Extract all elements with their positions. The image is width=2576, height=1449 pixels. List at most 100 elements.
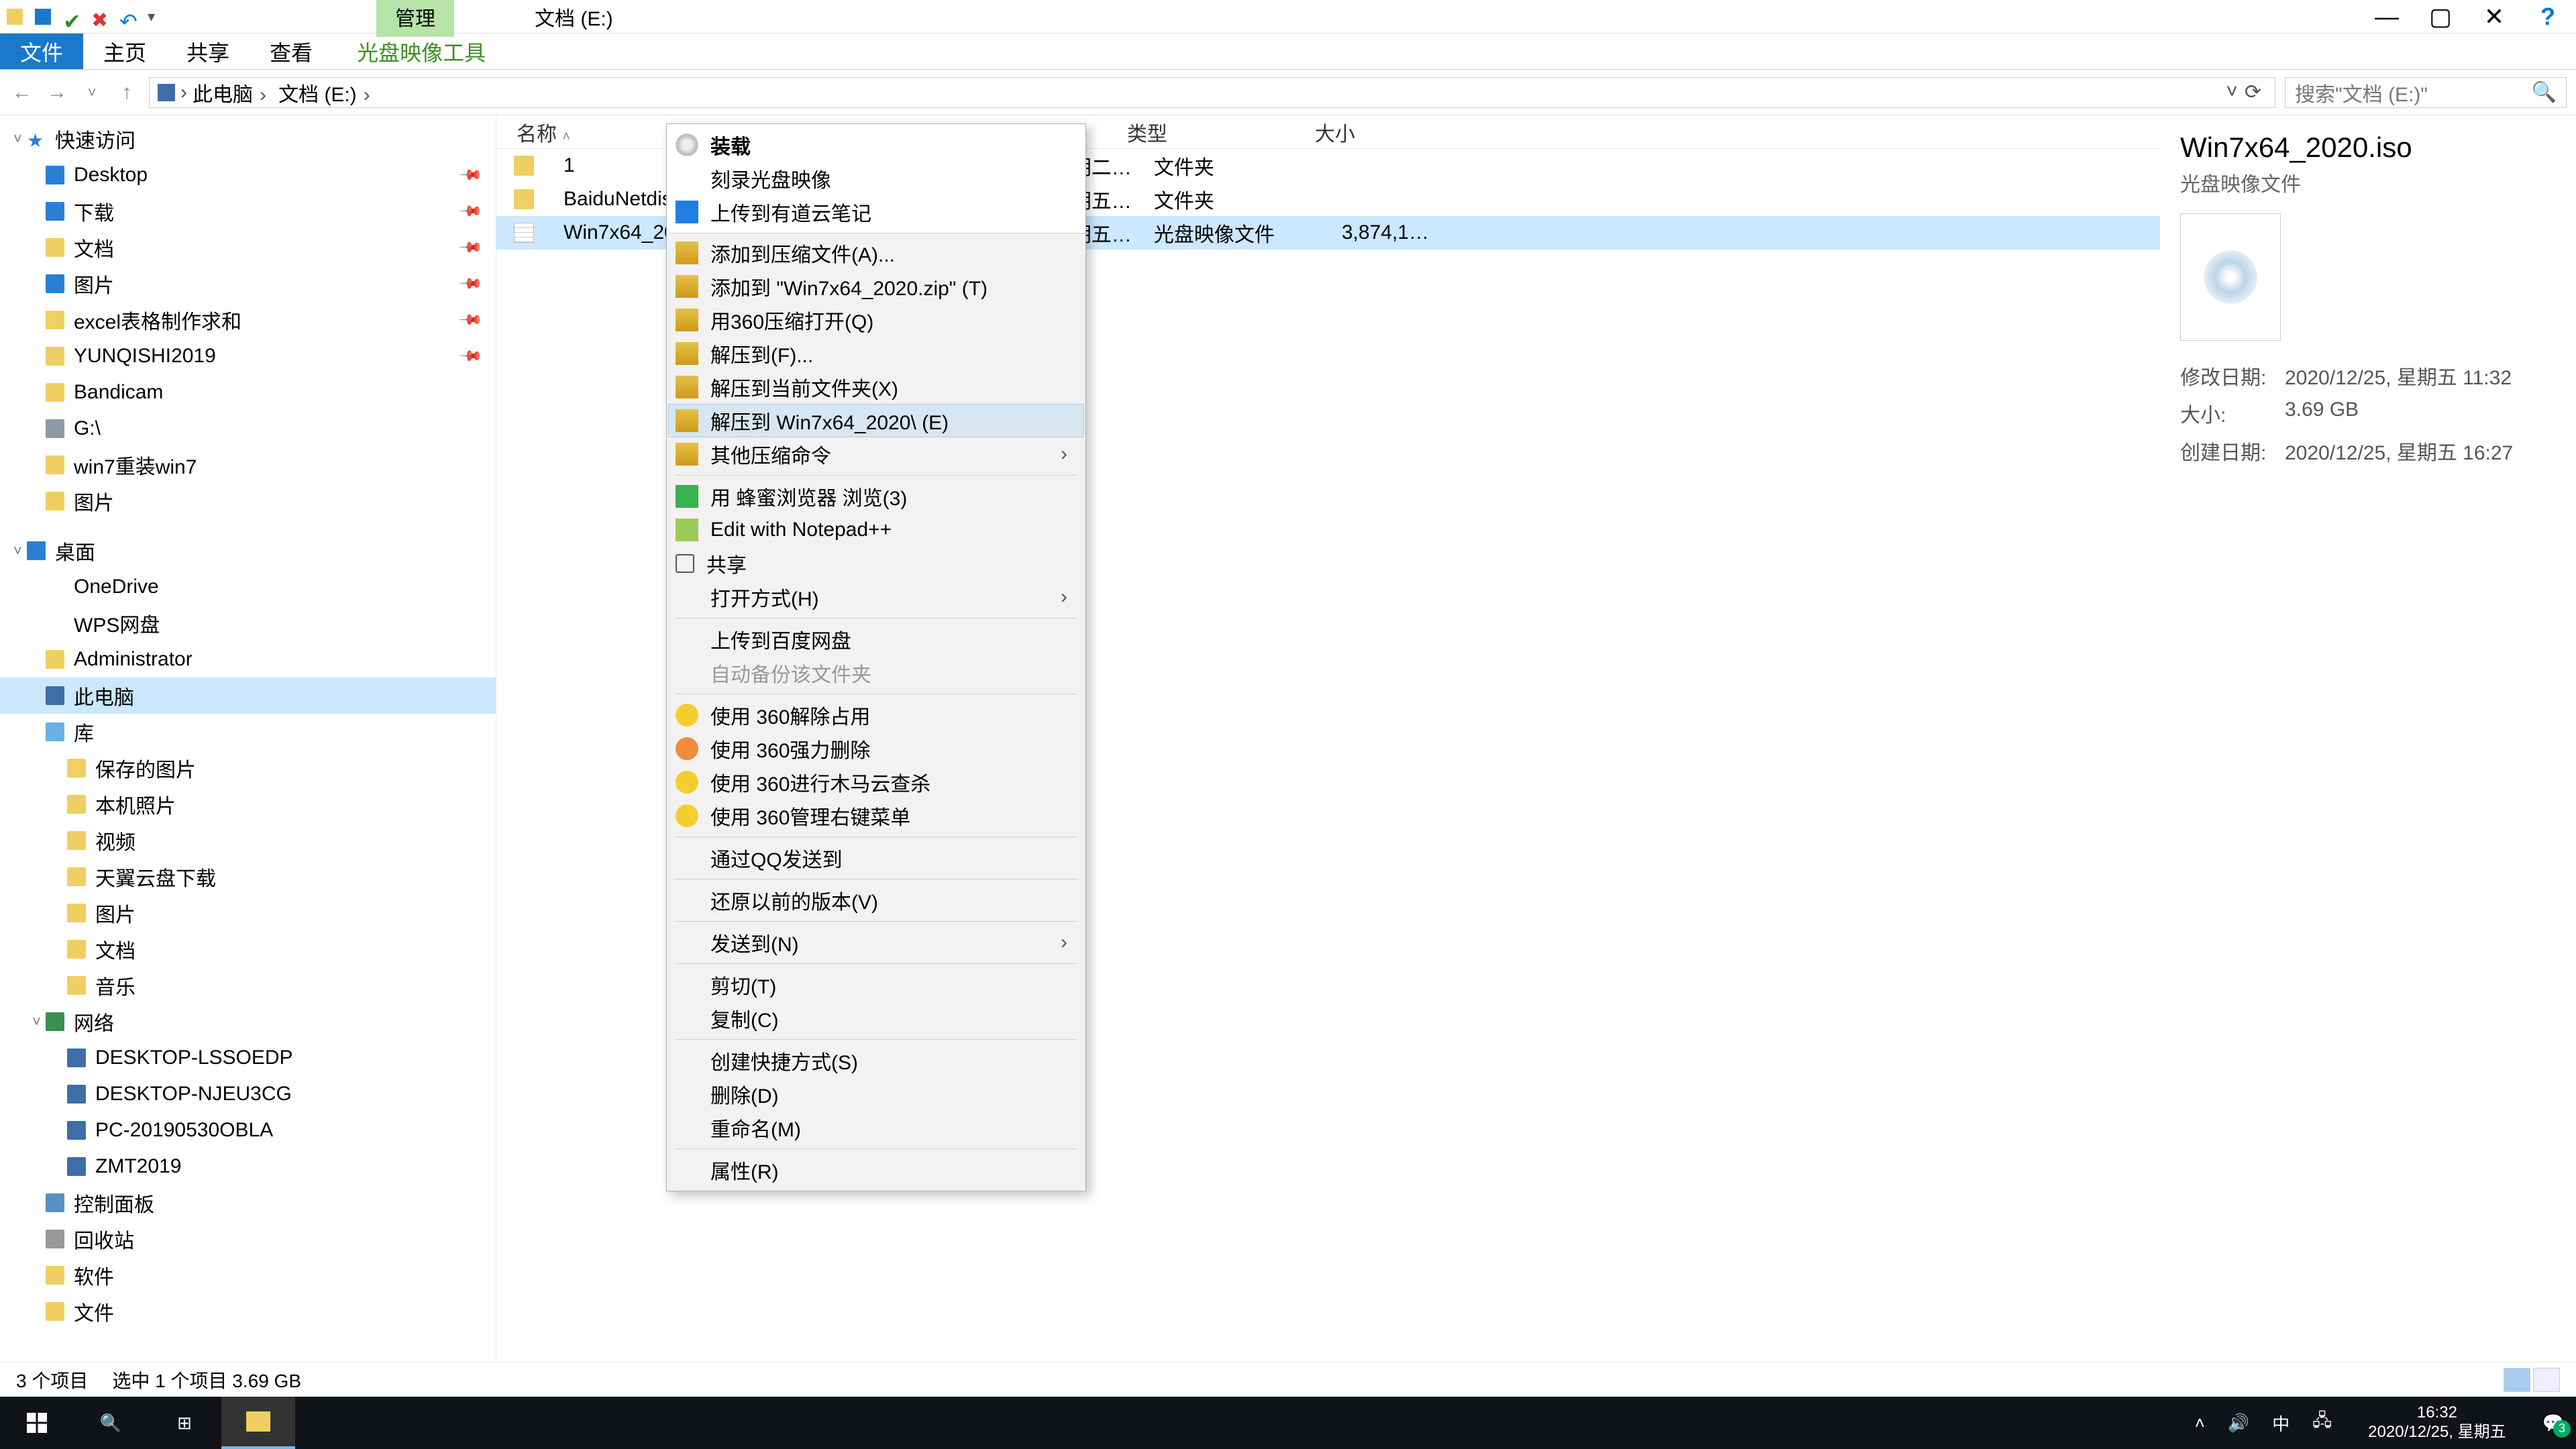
nav-history-dropdown[interactable]: ˅ bbox=[79, 84, 105, 101]
volume-icon[interactable]: 🔊 bbox=[2228, 1413, 2249, 1434]
tree-quick-item-7[interactable]: G:\ bbox=[0, 411, 496, 447]
navigation-tree[interactable]: ˅★快速访问 Desktop 📌 下载 📌 文档 📌 图片 📌 excel表格制… bbox=[0, 115, 496, 1362]
maximize-button[interactable]: ▢ bbox=[2426, 2, 2455, 32]
ctx-grp1-1[interactable]: 添加到 "Win7x64_2020.zip" (T) bbox=[668, 270, 1084, 303]
network-icon[interactable]: 🖧 bbox=[2312, 1408, 2332, 1438]
close-button[interactable]: ✕ bbox=[2479, 2, 2509, 32]
ctx-grp2-2[interactable]: 共享 bbox=[668, 547, 1084, 580]
ctx-top-0[interactable]: 装载 bbox=[668, 128, 1084, 162]
tree-lib-item-1[interactable]: 本机照片 bbox=[0, 786, 496, 822]
tree-desktop-item-4[interactable]: 库 bbox=[0, 714, 496, 750]
tree-quick-item-3[interactable]: 图片 📌 bbox=[0, 266, 496, 302]
tree-net-item-0[interactable]: DESKTOP-LSSOEDP bbox=[0, 1040, 496, 1076]
ctx-grp4-1[interactable]: 使用 360强力删除 bbox=[668, 732, 1084, 765]
ctx-grp1-5[interactable]: 解压到 Win7x64_2020\ (E) bbox=[668, 404, 1084, 437]
nav-up-button[interactable]: ↑ bbox=[114, 81, 140, 104]
ctx-grp1-3[interactable]: 解压到(F)... bbox=[668, 337, 1084, 370]
search-icon[interactable]: 🔍 bbox=[2532, 80, 2557, 104]
address-box[interactable]: › 此电脑 文档 (E:) ˅ ⟳ bbox=[149, 77, 2275, 108]
taskbar-taskview-button[interactable]: ⊞ bbox=[148, 1397, 221, 1449]
address-dropdown-icon[interactable]: ˅ bbox=[2226, 80, 2238, 104]
ctx-top-1[interactable]: 刻录光盘映像 bbox=[668, 162, 1084, 195]
tree-desktop-item-2[interactable]: Administrator bbox=[0, 641, 496, 678]
qat-save-icon[interactable] bbox=[35, 9, 51, 25]
tree-network[interactable]: ˅网络 bbox=[0, 1004, 496, 1040]
qat-undo-icon[interactable]: ↶ bbox=[119, 9, 136, 25]
qat-check-icon[interactable]: ✔ bbox=[63, 9, 79, 25]
taskbar-explorer-button[interactable] bbox=[221, 1397, 295, 1449]
tree-lib-item-6[interactable]: 音乐 bbox=[0, 967, 496, 1004]
tree-extra-item-1[interactable]: 回收站 bbox=[0, 1221, 496, 1257]
ctx-grp3-0[interactable]: 上传到百度网盘 bbox=[668, 623, 1084, 656]
tree-desktop-item-3[interactable]: 此电脑 bbox=[0, 678, 496, 714]
action-center-button[interactable]: 💬 3 bbox=[2542, 1413, 2564, 1434]
tree-lib-item-3[interactable]: 天翼云盘下载 bbox=[0, 859, 496, 895]
breadcrumb-drive[interactable]: 文档 (E:) bbox=[278, 78, 377, 107]
help-button[interactable]: ? bbox=[2533, 2, 2563, 32]
ribbon-tab-disctools[interactable]: 光盘映像工具 bbox=[337, 34, 506, 69]
column-type[interactable]: 类型 bbox=[1107, 117, 1295, 147]
qat-delete-icon[interactable]: ✖ bbox=[91, 9, 107, 25]
tree-quick-item-8[interactable]: win7重装win7 bbox=[0, 447, 496, 483]
ctx-grp1-4[interactable]: 解压到当前文件夹(X) bbox=[668, 370, 1084, 404]
start-button[interactable] bbox=[0, 1397, 74, 1449]
ctx-grp9-2[interactable]: 重命名(M) bbox=[668, 1111, 1084, 1144]
ctx-grp6-0[interactable]: 还原以前的版本(V) bbox=[668, 883, 1084, 917]
ctx-grp2-1[interactable]: Edit with Notepad++ bbox=[668, 513, 1084, 547]
ribbon-tab-share[interactable]: 共享 bbox=[166, 34, 250, 69]
ribbon-tab-home[interactable]: 主页 bbox=[83, 34, 166, 69]
nav-back-button[interactable]: ← bbox=[9, 81, 35, 104]
ctx-grp7-0[interactable]: 发送到(N) › bbox=[668, 926, 1084, 959]
ctx-grp4-0[interactable]: 使用 360解除占用 bbox=[668, 698, 1084, 732]
tree-extra-item-2[interactable]: 软件 bbox=[0, 1257, 496, 1293]
ctx-grp9-0[interactable]: 创建快捷方式(S) bbox=[668, 1044, 1084, 1077]
tree-quick-item-9[interactable]: 图片 bbox=[0, 483, 496, 519]
ime-indicator[interactable]: 中 bbox=[2272, 1411, 2290, 1436]
refresh-icon[interactable]: ⟳ bbox=[2245, 80, 2261, 104]
chevron-right-icon[interactable]: › bbox=[180, 81, 187, 104]
tree-extra-item-3[interactable]: 文件 bbox=[0, 1293, 496, 1330]
tree-quick-item-2[interactable]: 文档 📌 bbox=[0, 229, 496, 266]
tree-quick-item-0[interactable]: Desktop 📌 bbox=[0, 157, 496, 193]
ctx-grp2-3[interactable]: 打开方式(H) › bbox=[668, 580, 1084, 614]
tree-extra-item-0[interactable]: 控制面板 bbox=[0, 1185, 496, 1221]
view-details-button[interactable] bbox=[2504, 1368, 2530, 1392]
ctx-grp1-2[interactable]: 用360压缩打开(Q) bbox=[668, 303, 1084, 337]
nav-forward-button[interactable]: → bbox=[44, 81, 70, 104]
ctx-grp5-0[interactable]: 通过QQ发送到 bbox=[668, 841, 1084, 875]
ctx-grp1-0[interactable]: 添加到压缩文件(A)... bbox=[668, 236, 1084, 270]
tree-quick-access[interactable]: ˅★快速访问 bbox=[0, 121, 496, 157]
column-size[interactable]: 大小 bbox=[1295, 117, 1429, 147]
tree-lib-item-4[interactable]: 图片 bbox=[0, 895, 496, 931]
ctx-grp8-1[interactable]: 复制(C) bbox=[668, 1002, 1084, 1035]
ctx-grp4-2[interactable]: 使用 360进行木马云查杀 bbox=[668, 765, 1084, 799]
ctx-grp10-0[interactable]: 属性(R) bbox=[668, 1153, 1084, 1187]
minimize-button[interactable]: — bbox=[2372, 2, 2402, 32]
ribbon-tab-file[interactable]: 文件 bbox=[0, 34, 83, 69]
ctx-grp1-6[interactable]: 其他压缩命令 › bbox=[668, 437, 1084, 471]
ctx-top-2[interactable]: 上传到有道云笔记 bbox=[668, 195, 1084, 229]
ctx-grp9-1[interactable]: 删除(D) bbox=[668, 1077, 1084, 1111]
tree-quick-item-1[interactable]: 下载 📌 bbox=[0, 193, 496, 229]
breadcrumb-thispc[interactable]: 此电脑 bbox=[193, 78, 273, 107]
tree-quick-item-4[interactable]: excel表格制作求和 📌 bbox=[0, 302, 496, 338]
contextual-tab-label[interactable]: 管理 bbox=[376, 0, 454, 37]
tree-net-item-2[interactable]: PC-20190530OBLA bbox=[0, 1112, 496, 1148]
tree-quick-item-6[interactable]: Bandicam bbox=[0, 374, 496, 411]
ctx-grp8-0[interactable]: 剪切(T) bbox=[668, 968, 1084, 1002]
taskbar-clock[interactable]: 16:32 2020/12/25, 星期五 bbox=[2355, 1403, 2519, 1442]
tree-desktop[interactable]: ˅桌面 bbox=[0, 533, 496, 569]
taskbar-search-button[interactable]: 🔍 bbox=[74, 1397, 148, 1449]
view-thumbnails-button[interactable] bbox=[2533, 1368, 2560, 1392]
tree-lib-item-0[interactable]: 保存的图片 bbox=[0, 750, 496, 786]
ctx-grp2-0[interactable]: 用 蜂蜜浏览器 浏览(3) bbox=[668, 480, 1084, 513]
tree-net-item-3[interactable]: ZMT2019 bbox=[0, 1148, 496, 1185]
tree-lib-item-5[interactable]: 文档 bbox=[0, 931, 496, 967]
ribbon-tab-view[interactable]: 查看 bbox=[250, 34, 333, 69]
search-input[interactable]: 搜索"文档 (E:)" 🔍 bbox=[2285, 77, 2567, 108]
tray-overflow-icon[interactable]: ˄ bbox=[2195, 1413, 2205, 1434]
tree-desktop-item-0[interactable]: OneDrive bbox=[0, 569, 496, 605]
qat-dropdown-icon[interactable]: ▾ bbox=[148, 8, 155, 25]
ctx-grp4-3[interactable]: 使用 360管理右键菜单 bbox=[668, 799, 1084, 833]
tree-desktop-item-1[interactable]: WPS网盘 bbox=[0, 605, 496, 641]
